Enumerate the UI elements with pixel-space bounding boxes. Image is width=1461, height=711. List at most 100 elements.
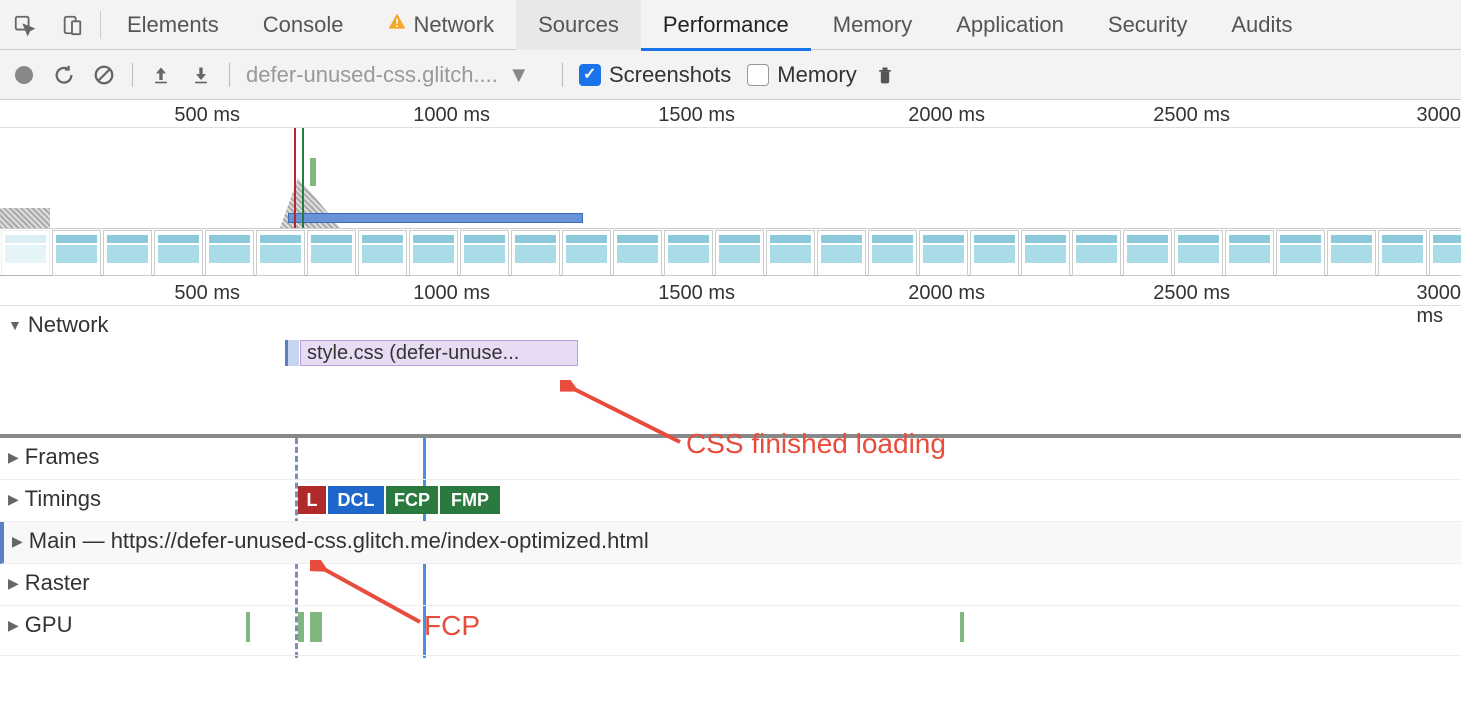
- timing-marker-fmp[interactable]: FMP: [440, 486, 500, 514]
- ruler-tick: 2000 ms: [908, 104, 985, 127]
- record-button[interactable]: [12, 63, 36, 87]
- expand-icon: ▶: [8, 491, 19, 508]
- overview-ruler: 500 ms 1000 ms 1500 ms 2000 ms 2500 ms 3…: [0, 100, 1461, 128]
- upload-icon[interactable]: [149, 63, 173, 87]
- checkbox-icon: [579, 64, 601, 86]
- ruler-tick: 2500 ms: [1153, 282, 1230, 305]
- main-track[interactable]: ▶ Main — https://defer-unused-css.glitch.…: [0, 522, 1461, 564]
- timing-marker-fcp[interactable]: FCP: [386, 486, 438, 514]
- gpu-track[interactable]: ▶ GPU: [0, 606, 1461, 656]
- frame-thumb[interactable]: [919, 230, 968, 276]
- frame-thumb[interactable]: [664, 230, 713, 276]
- frame-thumb[interactable]: [154, 230, 203, 276]
- devtools-tab-bar: Elements Console Network Sources Perform…: [0, 0, 1461, 50]
- tab-sources[interactable]: Sources: [516, 0, 641, 50]
- frame-thumb[interactable]: [1174, 230, 1223, 276]
- frame-thumb[interactable]: [970, 230, 1019, 276]
- download-icon[interactable]: [189, 63, 213, 87]
- tab-application[interactable]: Application: [934, 0, 1086, 50]
- warning-icon: [387, 12, 407, 38]
- screenshots-checkbox[interactable]: Screenshots: [579, 62, 731, 88]
- frame-thumb[interactable]: [1021, 230, 1070, 276]
- tab-network[interactable]: Network: [365, 0, 516, 50]
- frame-thumb[interactable]: [868, 230, 917, 276]
- frame-thumb[interactable]: [817, 230, 866, 276]
- activity-bar: [310, 158, 316, 186]
- trash-icon[interactable]: [873, 63, 897, 87]
- fcp-marker: [302, 128, 304, 228]
- track-label: Main — https://defer-unused-css.glitch.m…: [29, 528, 649, 554]
- track-label: GPU: [25, 612, 73, 638]
- expand-icon: ▶: [12, 533, 23, 550]
- tab-memory[interactable]: Memory: [811, 0, 934, 50]
- frame-thumb[interactable]: [52, 230, 101, 276]
- tab-elements[interactable]: Elements: [105, 0, 241, 50]
- frame-thumb[interactable]: [358, 230, 407, 276]
- cpu-activity: [0, 208, 50, 228]
- timing-marker-dcl[interactable]: DCL: [328, 486, 384, 514]
- frame-thumb[interactable]: [511, 230, 560, 276]
- frame-thumb[interactable]: [1429, 230, 1461, 276]
- chevron-down-icon: ▼: [508, 62, 530, 88]
- filmstrip[interactable]: [0, 228, 1461, 276]
- frame-thumb[interactable]: [1072, 230, 1121, 276]
- frames-track[interactable]: ▶ Frames: [0, 438, 1461, 480]
- expand-icon: ▶: [8, 449, 19, 466]
- frame-thumb[interactable]: [307, 230, 356, 276]
- frame-thumb[interactable]: [766, 230, 815, 276]
- separator: [562, 63, 563, 87]
- frame-thumb[interactable]: [1378, 230, 1427, 276]
- profile-dropdown[interactable]: defer-unused-css.glitch.... ▼: [246, 62, 546, 88]
- frame-thumb[interactable]: [715, 230, 764, 276]
- track-label: Timings: [25, 486, 101, 512]
- gpu-activity: [298, 612, 304, 642]
- ruler-tick: 500 ms: [174, 104, 240, 127]
- frame-thumb[interactable]: [1123, 230, 1172, 276]
- tab-security[interactable]: Security: [1086, 0, 1209, 50]
- timings-track[interactable]: ▶ Timings L DCL FCP FMP: [0, 480, 1461, 522]
- ruler-tick: 2500 ms: [1153, 104, 1230, 127]
- selection-range[interactable]: [288, 213, 583, 223]
- track-label: Network: [28, 312, 109, 338]
- frame-thumb[interactable]: [1327, 230, 1376, 276]
- timing-marker-l[interactable]: L: [298, 486, 326, 514]
- reload-button[interactable]: [52, 63, 76, 87]
- frame-thumb[interactable]: [1225, 230, 1274, 276]
- expand-icon: ▶: [8, 617, 19, 634]
- tab-console[interactable]: Console: [241, 0, 366, 50]
- ruler-tick: 3000: [1417, 104, 1461, 127]
- network-request-wait: [285, 340, 299, 366]
- device-icon[interactable]: [48, 0, 96, 50]
- network-track[interactable]: ▼ Network style.css (defer-unuse...: [0, 306, 1461, 436]
- raster-track[interactable]: ▶Raster: [0, 564, 1461, 606]
- ruler-tick: 1000 ms: [413, 104, 490, 127]
- memory-checkbox[interactable]: Memory: [747, 62, 856, 88]
- frame-thumb[interactable]: [1276, 230, 1325, 276]
- frame-thumb[interactable]: [256, 230, 305, 276]
- expand-icon: ▶: [8, 575, 19, 592]
- clear-button[interactable]: [92, 63, 116, 87]
- frame-thumb[interactable]: [409, 230, 458, 276]
- frame-thumb[interactable]: [205, 230, 254, 276]
- detail-ruler: 500 ms 1000 ms 1500 ms 2000 ms 2500 ms 3…: [0, 278, 1461, 306]
- frame-thumb[interactable]: [1, 230, 50, 276]
- checkbox-icon: [747, 64, 769, 86]
- frame-thumb[interactable]: [103, 230, 152, 276]
- tab-performance[interactable]: Performance: [641, 0, 811, 50]
- collapse-icon: ▼: [8, 317, 22, 333]
- overview-body: [0, 128, 1461, 228]
- inspect-icon[interactable]: [0, 0, 48, 50]
- network-track-header[interactable]: ▼ Network: [0, 306, 117, 344]
- frame-thumb[interactable]: [460, 230, 509, 276]
- gpu-activity: [246, 612, 250, 642]
- overview-panel[interactable]: 500 ms 1000 ms 1500 ms 2000 ms 2500 ms 3…: [0, 100, 1461, 276]
- network-request-bar[interactable]: style.css (defer-unuse...: [300, 340, 578, 366]
- track-label: Frames: [25, 444, 100, 470]
- frame-thumb[interactable]: [562, 230, 611, 276]
- performance-toolbar: defer-unused-css.glitch.... ▼ Screenshot…: [0, 50, 1461, 100]
- lower-panel: •••• ▶Frames ▶Timings L DCL FCP FMP ▶Mai…: [0, 436, 1461, 656]
- frame-thumb[interactable]: [613, 230, 662, 276]
- separator: [132, 63, 133, 87]
- tab-audits[interactable]: Audits: [1209, 0, 1314, 50]
- ruler-tick: 2000 ms: [908, 282, 985, 305]
